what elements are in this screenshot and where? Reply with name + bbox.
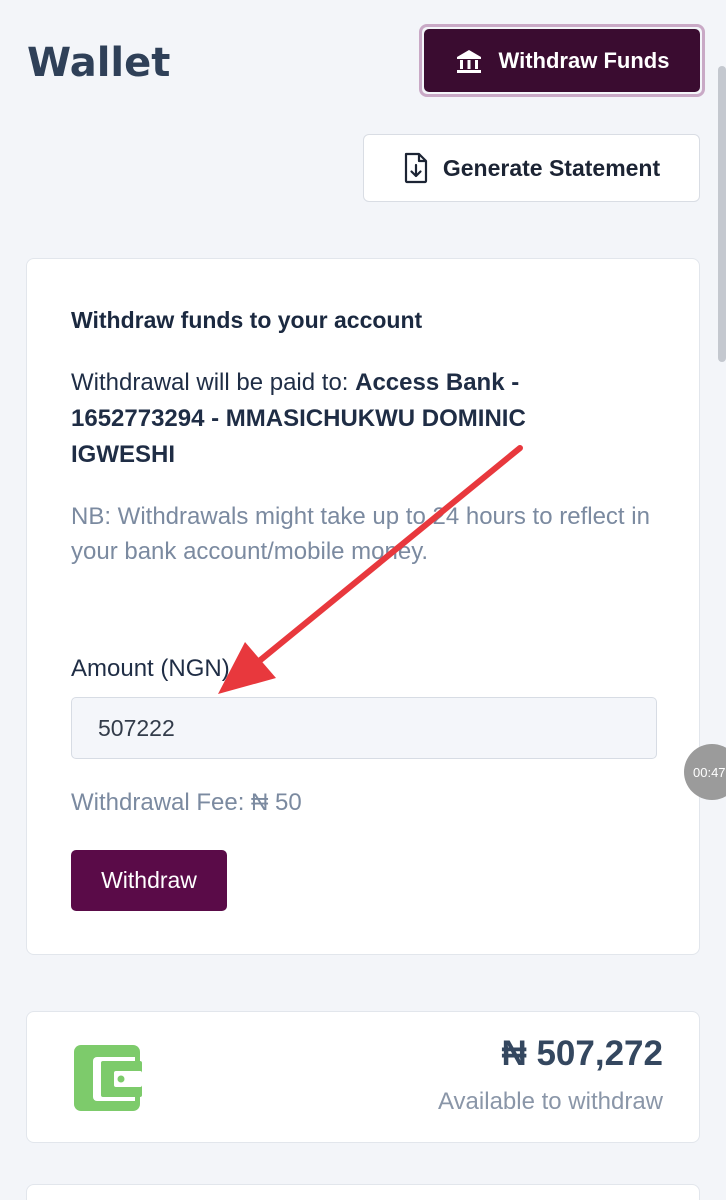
- generate-statement-label: Generate Statement: [442, 154, 661, 181]
- wallet-page: Wallet Withdraw Funds Generate Statement…: [0, 0, 726, 1200]
- withdraw-funds-label: Withdraw Funds: [498, 47, 670, 73]
- generate-statement-button[interactable]: Generate Statement: [363, 134, 700, 202]
- bank-icon: [455, 47, 483, 75]
- page-title: Wallet: [27, 40, 171, 86]
- wallet-icon: [74, 1045, 142, 1115]
- withdraw-funds-button-focus-ring: Withdraw Funds: [419, 24, 705, 97]
- withdrawal-destination: Withdrawal will be paid to: Access Bank …: [71, 365, 631, 473]
- processing-note: NB: Withdrawals might take up to 24 hour…: [71, 503, 650, 565]
- balance-amount: ₦ 507,272: [501, 1034, 663, 1073]
- timer-text: 00:47: [693, 764, 726, 780]
- amount-input[interactable]: [71, 697, 657, 759]
- withdraw-funds-button[interactable]: Withdraw Funds: [424, 29, 700, 92]
- scrollbar[interactable]: [718, 66, 726, 362]
- amount-label: Amount (NGN): [71, 655, 230, 682]
- withdraw-card-heading: Withdraw funds to your account: [71, 307, 423, 333]
- destination-prefix: Withdrawal will be paid to:: [71, 369, 356, 396]
- withdraw-card: Withdraw funds to your account Withdrawa…: [26, 258, 700, 955]
- balance-card: ₦ 507,272 Available to withdraw: [26, 1011, 700, 1143]
- withdraw-button[interactable]: Withdraw: [71, 850, 227, 911]
- withdrawal-fee: Withdrawal Fee: ₦ 50: [71, 789, 302, 816]
- next-card: [26, 1184, 700, 1200]
- file-download-icon: [403, 152, 429, 184]
- balance-caption: Available to withdraw: [437, 1088, 663, 1115]
